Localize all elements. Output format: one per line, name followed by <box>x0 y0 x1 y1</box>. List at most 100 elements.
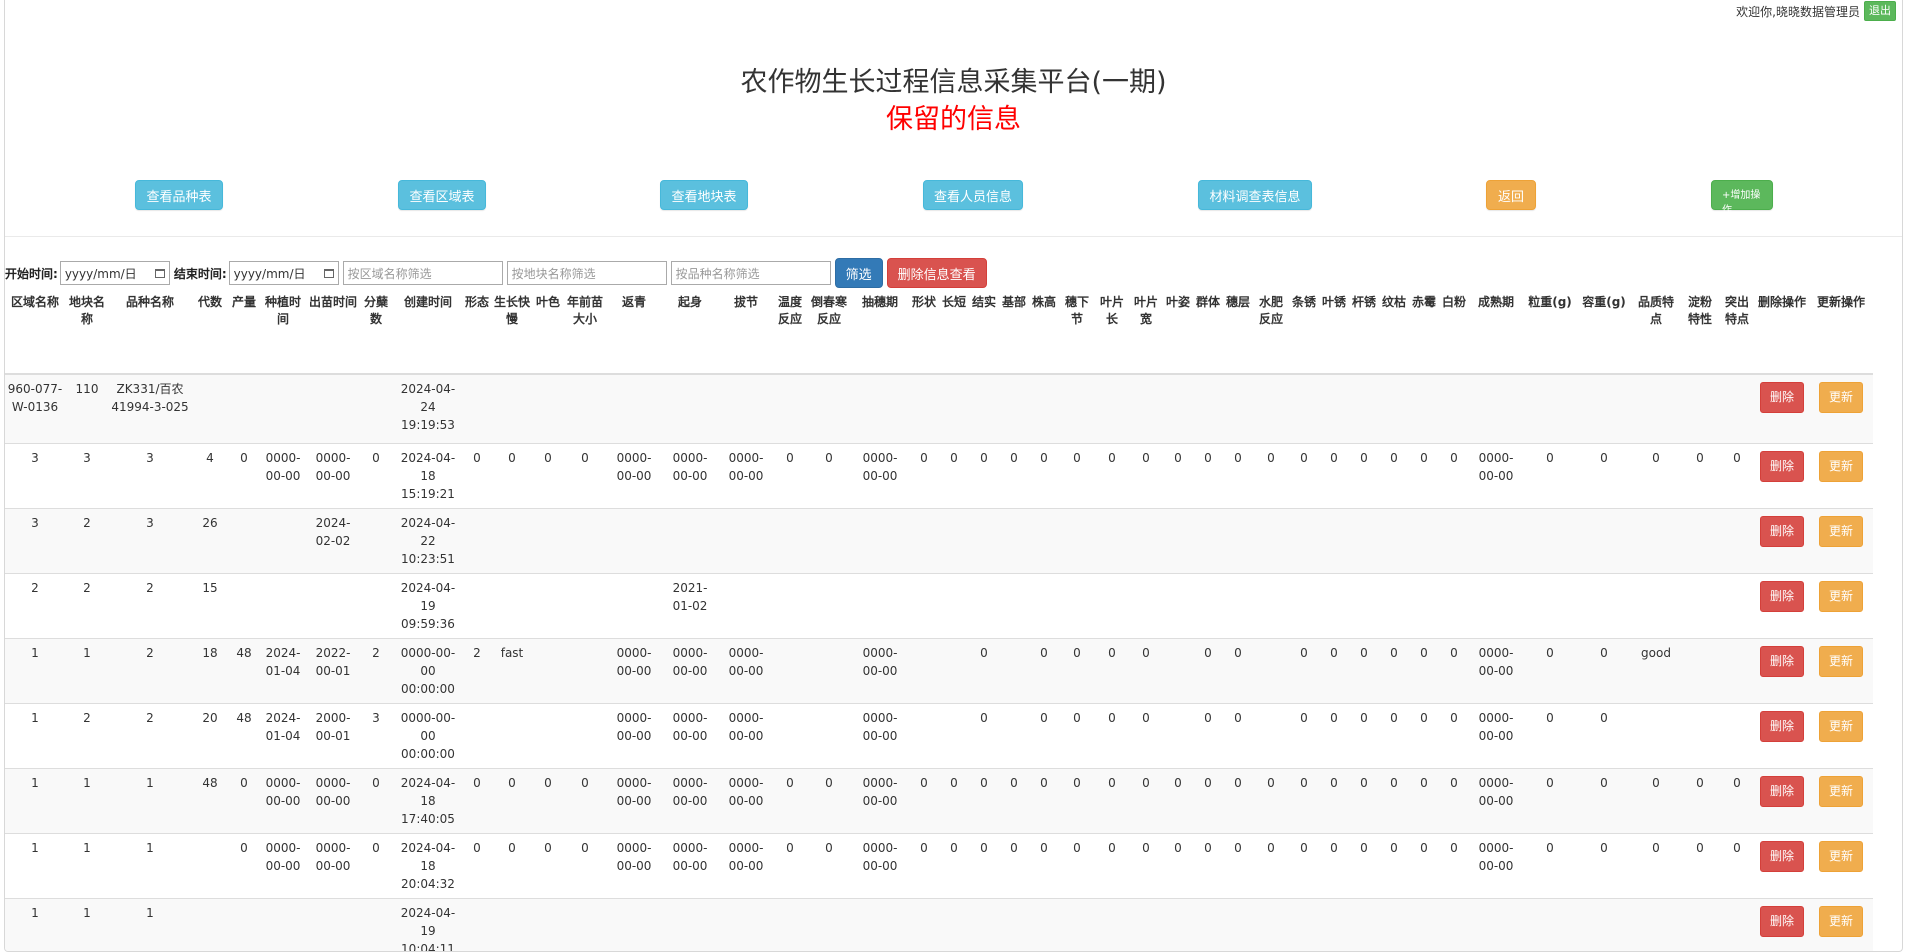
update-button[interactable]: 更新 <box>1818 775 1863 807</box>
table-cell: 0 <box>1379 832 1409 898</box>
table-cell <box>191 832 229 898</box>
table-cell <box>563 507 607 573</box>
delete-button[interactable]: 删除 <box>1759 645 1804 677</box>
table-cell: 2 <box>109 572 191 638</box>
table-cell <box>229 572 259 638</box>
table-cell: 0 <box>1379 767 1409 833</box>
view-deleted-button[interactable]: 删除信息查看 <box>886 258 987 288</box>
table-cell <box>1059 373 1095 443</box>
table-cell <box>1193 572 1223 638</box>
logout-button[interactable]: 退出 <box>1864 1 1896 21</box>
update-button[interactable]: 更新 <box>1818 905 1863 937</box>
table-cell <box>1631 507 1681 573</box>
calendar-icon[interactable] <box>154 268 165 278</box>
table-cell: 0000-00-00 <box>661 442 719 508</box>
column-header: 地块名称 <box>65 290 109 375</box>
update-button[interactable]: 更新 <box>1818 840 1863 872</box>
view-variety-button[interactable]: 查看品种表 <box>135 180 223 210</box>
table-cell <box>851 507 909 573</box>
table-cell: 0 <box>1163 832 1193 898</box>
delete-button[interactable]: 删除 <box>1759 450 1804 482</box>
table-cell <box>1349 507 1379 573</box>
table-cell <box>1577 373 1631 443</box>
start-date-input[interactable]: yyyy/mm/日 <box>59 261 170 285</box>
table-cell <box>999 572 1029 638</box>
table-cell <box>1289 507 1319 573</box>
table-cell: 0 <box>773 767 807 833</box>
update-button[interactable]: 更新 <box>1818 515 1863 547</box>
table-cell: 3 <box>5 442 65 508</box>
table-cell <box>1193 507 1223 573</box>
table-cell <box>1029 572 1059 638</box>
delete-button[interactable]: 删除 <box>1759 382 1804 413</box>
material-survey-button[interactable]: 材料调查表信息 <box>1198 180 1312 210</box>
app-frame: 欢迎你,晓晓数据管理员 退出 农作物生长过程信息采集平台(一期) 保留的信息 查… <box>4 0 1903 952</box>
table-cell: 0000-00-00 <box>1469 442 1523 508</box>
column-header: 创建时间 <box>393 290 463 375</box>
update-button[interactable]: 更新 <box>1818 580 1863 612</box>
table-cell: 2022-00-01 <box>307 637 359 703</box>
table-cell: 0 <box>1029 767 1059 833</box>
table-cell: 0 <box>1029 832 1059 898</box>
table-cell <box>1289 897 1319 951</box>
end-date-input[interactable]: yyyy/mm/日 <box>228 261 339 285</box>
update-button[interactable]: 更新 <box>1818 382 1863 413</box>
table-cell: 0 <box>1253 767 1289 833</box>
column-header: 品质特点 <box>1631 290 1681 375</box>
update-button[interactable]: 更新 <box>1818 645 1863 677</box>
view-personnel-button[interactable]: 查看人员信息 <box>923 180 1023 210</box>
table-cell: 0000-00-00 <box>851 767 909 833</box>
table-cell: 2000-00-01 <box>307 702 359 768</box>
table-cell: 2 <box>359 637 393 703</box>
region-filter-input[interactable]: 按区域名称筛选 <box>342 261 503 285</box>
table-cell <box>1681 637 1719 703</box>
table-cell <box>533 897 563 951</box>
table-cell: 0000-00-00 <box>719 702 773 768</box>
update-button[interactable]: 更新 <box>1818 450 1863 482</box>
table-cell <box>1439 373 1469 443</box>
table-cell: 0 <box>1029 442 1059 508</box>
calendar-icon[interactable] <box>323 268 334 278</box>
table-cell: 0 <box>1029 702 1059 768</box>
table-cell: 0 <box>1163 767 1193 833</box>
filter-button[interactable]: 筛选 <box>834 258 883 288</box>
table-cell <box>229 897 259 951</box>
delete-button[interactable]: 删除 <box>1759 515 1804 547</box>
table-cell: 2 <box>65 702 109 768</box>
table-cell: 0000-00-00 <box>1469 832 1523 898</box>
delete-button[interactable]: 删除 <box>1759 710 1804 742</box>
table-cell: 0000-00-00 <box>607 832 661 898</box>
column-header: 穗层 <box>1223 290 1253 375</box>
table-cell <box>491 572 533 638</box>
add-operation-button[interactable]: +增加操作 <box>1711 180 1773 216</box>
table-cell: 0 <box>359 767 393 833</box>
variety-filter-input[interactable]: 按品种名称筛选 <box>670 261 831 285</box>
delete-button[interactable]: 删除 <box>1759 580 1804 612</box>
table-cell <box>851 897 909 951</box>
table-cell <box>773 507 807 573</box>
delete-button[interactable]: 删除 <box>1759 775 1804 807</box>
table-cell <box>1469 373 1523 443</box>
delete-button[interactable]: 删除 <box>1759 905 1804 937</box>
update-button[interactable]: 更新 <box>1818 710 1863 742</box>
view-plot-button[interactable]: 查看地块表 <box>660 180 748 210</box>
filter-bar: 开始时间: yyyy/mm/日 结束时间: yyyy/mm/日 按区域名称筛选 … <box>5 258 991 288</box>
delete-button[interactable]: 删除 <box>1759 840 1804 872</box>
table-cell <box>807 637 851 703</box>
table-cell <box>939 572 969 638</box>
column-header: 叶姿 <box>1163 290 1193 375</box>
table-cell: 0 <box>1059 832 1095 898</box>
column-header: 粒重(g) <box>1523 290 1577 375</box>
table-cell <box>719 373 773 443</box>
view-region-button[interactable]: 查看区域表 <box>398 180 486 210</box>
column-header: 产量 <box>229 290 259 375</box>
column-header: 区域名称 <box>5 290 65 375</box>
plot-filter-input[interactable]: 按地块名称筛选 <box>506 261 667 285</box>
back-button[interactable]: 返回 <box>1486 180 1536 210</box>
table-cell <box>1523 373 1577 443</box>
table-cell: 0 <box>1095 442 1129 508</box>
table-cell: 0000-00-00 <box>719 637 773 703</box>
table-cell <box>1681 702 1719 768</box>
table-cell: 1 <box>109 832 191 898</box>
table-cell <box>1719 572 1755 638</box>
